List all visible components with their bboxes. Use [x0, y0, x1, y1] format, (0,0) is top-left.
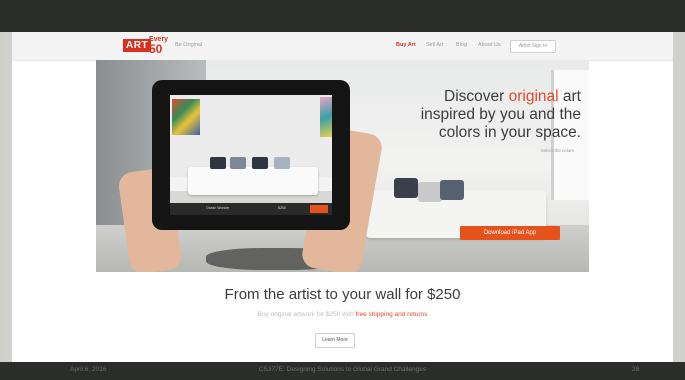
tablet-artwork: [320, 97, 332, 137]
select-colors-link[interactable]: Select the colors: [496, 148, 574, 153]
tablet-pillow: [252, 157, 268, 169]
tablet-pillow: [274, 157, 290, 169]
logo-art[interactable]: ART: [123, 39, 152, 52]
nav-about-us[interactable]: About Us: [478, 42, 501, 48]
tablet-artwork-price: $250: [278, 206, 286, 210]
learn-more-button[interactable]: Learn More: [315, 333, 355, 348]
tablet-pillow: [210, 157, 226, 169]
hero-pillow: [440, 180, 464, 200]
website-screenshot: ART Every 50 Be Original Buy Art Sell Ar…: [12, 32, 673, 362]
site-navbar: ART Every 50 Be Original Buy Art Sell Ar…: [12, 32, 673, 61]
tablet-artwork: [172, 99, 200, 135]
tablet-device: Ocean Wonder $250: [152, 80, 350, 230]
headline-highlight: original: [508, 88, 559, 105]
headline-text: inspired by you and the: [420, 106, 581, 123]
slide-top-bar: [0, 0, 685, 32]
logo-every-50[interactable]: Every 50: [149, 36, 168, 55]
hero-headline: Discover original art inspired by you an…: [371, 88, 581, 142]
tablet-screen: Ocean Wonder $250: [170, 95, 332, 215]
subtext-plain: Buy original artwork for $250 with: [257, 311, 356, 318]
headline-text: Discover: [444, 88, 509, 105]
headline-text: colors in your space.: [438, 124, 581, 141]
value-prop-subtext: Buy original artwork for $250 with free …: [12, 311, 673, 318]
tablet-pillow: [230, 157, 246, 169]
tablet-buy-button[interactable]: [310, 205, 328, 213]
headline-text: art: [558, 88, 581, 105]
tablet-artwork-name: Ocean Wonder: [206, 206, 230, 210]
site-tagline: Be Original: [175, 42, 203, 48]
nav-buy-art[interactable]: Buy Art: [396, 42, 416, 48]
tablet-toolbar: Ocean Wonder $250: [170, 203, 332, 215]
footer-page-number: 28: [632, 366, 640, 373]
logo-50-text: 50: [149, 42, 163, 56]
value-prop-heading: From the artist to your wall for $250: [224, 286, 461, 303]
slide: ART Every 50 Be Original Buy Art Sell Ar…: [0, 0, 685, 380]
hero-pillow: [394, 178, 418, 198]
tablet-sofa: [188, 167, 318, 195]
download-ipad-app-button[interactable]: Download iPad App: [460, 226, 560, 240]
hero-banner: Discover original art inspired by you an…: [96, 60, 589, 272]
nav-blog[interactable]: Blog: [456, 42, 467, 48]
nav-sell-art[interactable]: Sell Art: [426, 42, 443, 48]
artist-sign-in-button[interactable]: Artist Sign In: [510, 40, 556, 53]
hero-pillow: [418, 182, 442, 202]
free-shipping-link[interactable]: free shipping and returns: [356, 311, 428, 318]
footer-course: CS377E: Designing Solutions to Global Gr…: [258, 366, 427, 373]
